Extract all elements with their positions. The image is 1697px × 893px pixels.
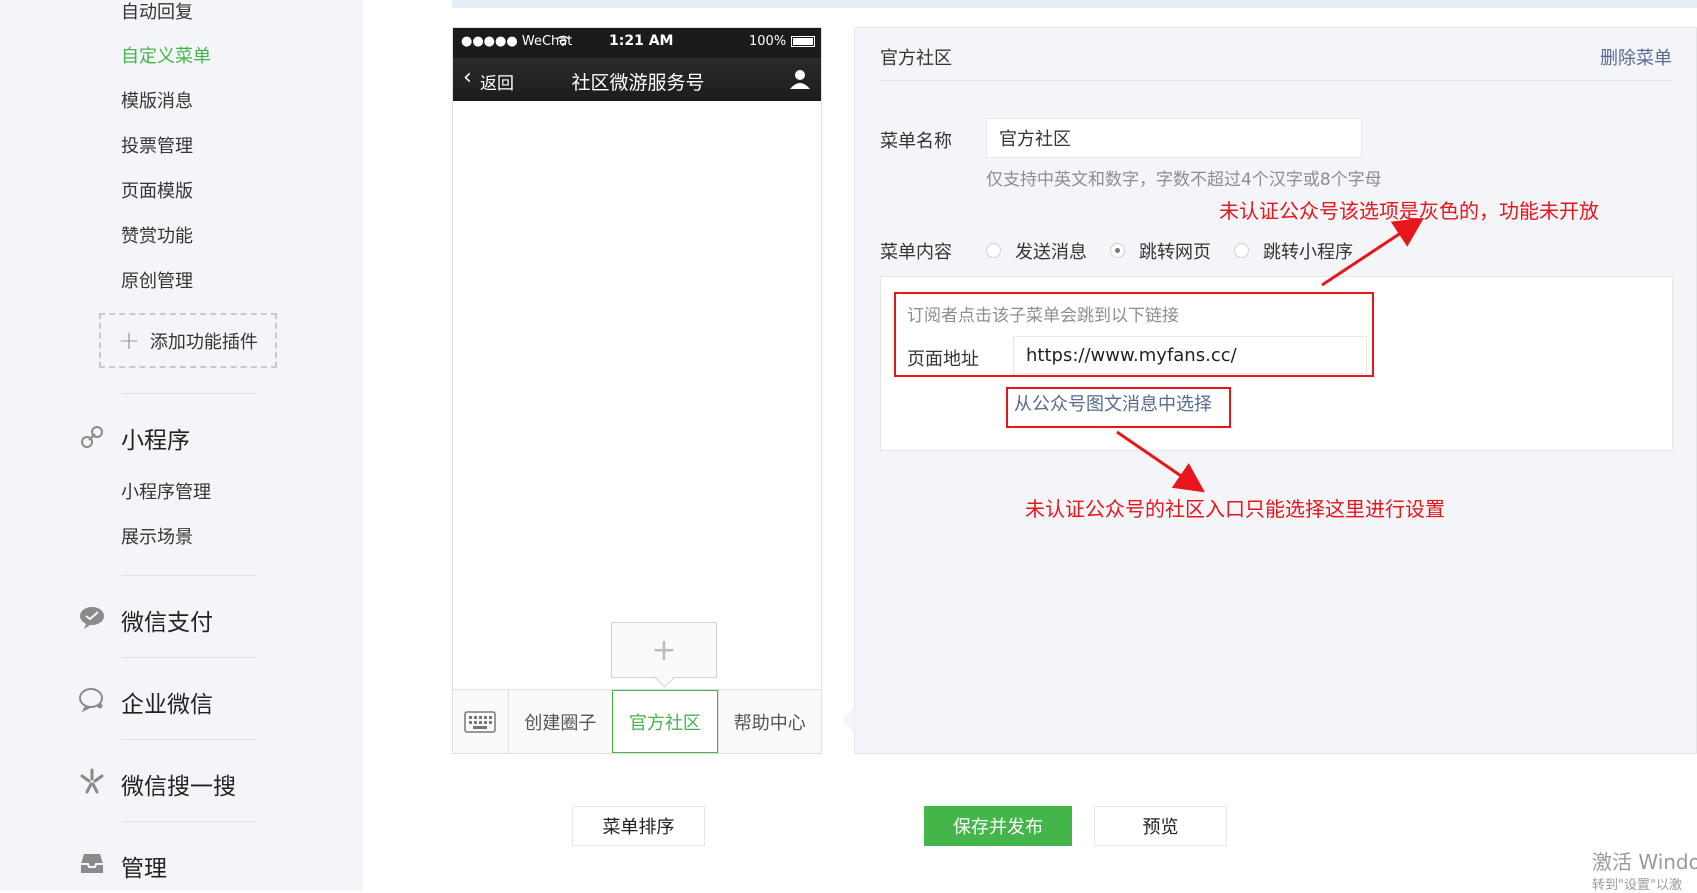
sidebar-divider <box>121 657 256 658</box>
editor-header-title: 官方社区 <box>880 48 952 69</box>
battery-label: 100% <box>749 34 787 49</box>
phone-status-bar: ●●●●● WeChat 1:21 AM 100% <box>453 28 821 58</box>
menu-editor-panel: 官方社区 删除菜单 菜单名称 仅支持中英文和数字，字数不超过4个汉字或8个字母 … <box>854 27 1697 754</box>
top-strip <box>452 0 1697 8</box>
option-jump-webpage-label[interactable]: 跳转网页 <box>1139 238 1211 264</box>
sidebar-item-mini-program-management[interactable]: 小程序管理 <box>121 478 211 504</box>
menu-item-create-circle[interactable]: 创建圈子 <box>507 690 612 753</box>
phone-title: 社区微游服务号 <box>571 72 705 94</box>
sidebar-item-reward[interactable]: 赞赏功能 <box>121 222 193 248</box>
windows-activation-title: 激活 Windo <box>1592 850 1697 874</box>
phone-nav-bar: ‹ 返回 社区微游服务号 <box>453 58 821 101</box>
radio-jump-mini-program[interactable] <box>1234 243 1249 258</box>
annotation-note-top: 未认证公众号该选项是灰色的，功能未开放 <box>1219 199 1599 223</box>
menu-name-hint: 仅支持中英文和数字，字数不超过4个汉字或8个字母 <box>986 170 1382 190</box>
menu-name-input[interactable] <box>986 118 1362 158</box>
plus-icon: + <box>651 632 677 668</box>
sidebar-item-custom-menu[interactable]: 自定义菜单 <box>121 42 211 68</box>
sidebar-item-auto-reply[interactable]: 自动回复 <box>121 0 193 24</box>
radio-send-message[interactable] <box>986 243 1001 258</box>
annotation-box-select <box>1006 387 1231 428</box>
work-wechat-icon <box>79 688 103 713</box>
sidebar-divider <box>121 821 256 822</box>
add-plugin-button[interactable]: + 添加功能插件 <box>99 313 277 368</box>
sidebar-item-page-template[interactable]: 页面模版 <box>121 177 193 203</box>
delete-menu-link[interactable]: 删除菜单 <box>1600 44 1672 70</box>
sidebar-group-management[interactable]: 管理 <box>121 849 167 883</box>
phone-menu-bar: 创建圈子 官方社区 帮助中心 <box>453 689 821 753</box>
windows-activation-hint: 转到"设置"以激 <box>1592 878 1682 893</box>
wechat-pay-icon <box>80 607 104 629</box>
plus-icon: + <box>118 325 140 356</box>
annotation-box-url <box>894 292 1374 377</box>
sidebar-item-display-scene[interactable]: 展示场景 <box>121 523 193 549</box>
editor-pointer <box>842 708 854 732</box>
add-plugin-label: 添加功能插件 <box>149 331 258 353</box>
add-submenu-button[interactable]: + <box>611 622 717 678</box>
inbox-icon <box>81 854 103 873</box>
sidebar-item-original[interactable]: 原创管理 <box>121 267 193 293</box>
menu-item-official-community[interactable]: 官方社区 <box>612 690 718 753</box>
sidebar-group-work-wechat[interactable]: 企业微信 <box>121 685 213 719</box>
sidebar-item-template-message[interactable]: 模版消息 <box>121 87 193 113</box>
option-jump-mini-program-label[interactable]: 跳转小程序 <box>1263 238 1353 264</box>
sidebar-item-vote-management[interactable]: 投票管理 <box>121 132 193 158</box>
editor-header-divider <box>880 80 1673 81</box>
keyboard-icon[interactable] <box>453 690 508 753</box>
menu-content-label: 菜单内容 <box>880 242 952 263</box>
sidebar-divider <box>121 393 256 394</box>
clock-label: 1:21 AM <box>609 33 674 49</box>
sidebar-divider <box>121 575 256 576</box>
save-publish-button[interactable]: 保存并发布 <box>924 806 1072 846</box>
sidebar-divider <box>121 739 256 740</box>
sidebar-group-wechat-search[interactable]: 微信搜一搜 <box>121 767 236 801</box>
menu-sort-button[interactable]: 菜单排序 <box>572 806 705 846</box>
sidebar-group-mini-program[interactable]: 小程序 <box>121 421 190 455</box>
sidebar: 自动回复 自定义菜单 模版消息 投票管理 页面模版 赞赏功能 原创管理 + 添加… <box>0 0 363 890</box>
annotation-note-bottom: 未认证公众号的社区入口只能选择这里进行设置 <box>1025 497 1445 521</box>
preview-button[interactable]: 预览 <box>1094 806 1227 846</box>
sidebar-group-wechat-pay[interactable]: 微信支付 <box>121 603 213 637</box>
user-icon[interactable] <box>789 68 811 90</box>
option-send-message-label[interactable]: 发送消息 <box>1015 238 1087 264</box>
menu-name-label: 菜单名称 <box>880 131 952 152</box>
link-icon <box>81 426 103 448</box>
phone-preview: ●●●●● WeChat 1:21 AM 100% ‹ 返回 社区微游服务号 + <box>452 27 822 754</box>
radio-jump-webpage[interactable] <box>1110 243 1125 258</box>
wifi-icon <box>556 35 570 46</box>
search-sparkle-icon <box>80 768 104 794</box>
battery-icon <box>791 36 815 47</box>
menu-item-help-center[interactable]: 帮助中心 <box>717 690 821 753</box>
